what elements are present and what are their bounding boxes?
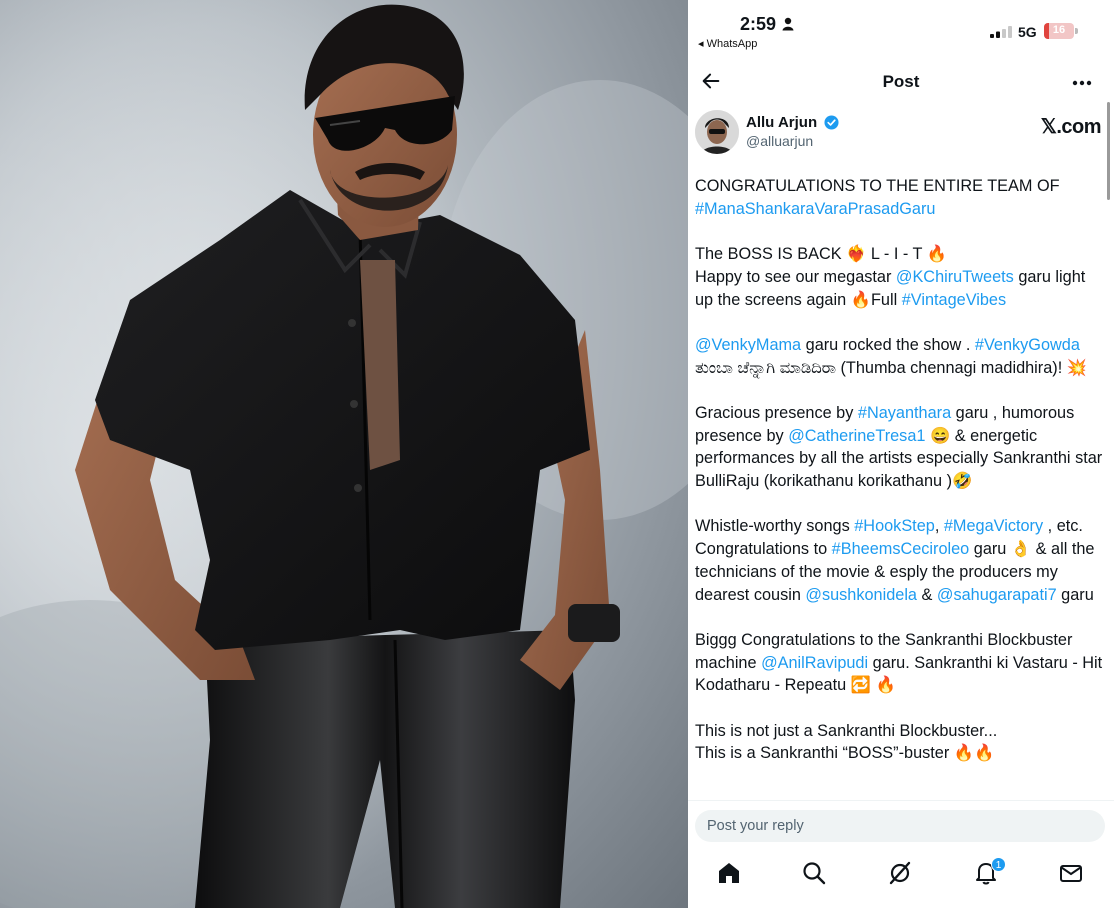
avatar-image bbox=[695, 110, 739, 154]
author-name[interactable]: Allu Arjun bbox=[746, 114, 817, 131]
hashtag-link[interactable]: #VenkyGowda bbox=[975, 336, 1080, 354]
post-author: Allu Arjun @alluarjun 𝕏.com bbox=[695, 108, 1107, 158]
mention-link[interactable]: @sushkonidela bbox=[805, 586, 917, 604]
hashtag-link[interactable]: #Nayanthara bbox=[858, 404, 951, 422]
mention-link[interactable]: @KChiruTweets bbox=[896, 268, 1014, 286]
status-bar: 2:59 ◂ WhatsApp 5G 16 bbox=[688, 0, 1114, 56]
mention-link[interactable]: @sahugarapati7 bbox=[937, 586, 1057, 604]
mention-link[interactable]: @VenkyMama bbox=[695, 336, 801, 354]
notification-count-badge: 1 bbox=[991, 857, 1006, 872]
battery-icon: 16 bbox=[1044, 23, 1078, 39]
man-portrait-illustration bbox=[0, 0, 688, 908]
x-com-logo: 𝕏.com bbox=[1040, 116, 1102, 138]
mention-link[interactable]: @AnilRavipudi bbox=[761, 654, 868, 672]
avatar[interactable] bbox=[695, 110, 739, 154]
messages-icon[interactable] bbox=[1058, 860, 1084, 886]
hashtag-link[interactable]: #BheemsCeciroleo bbox=[832, 540, 970, 558]
reply-input[interactable] bbox=[695, 810, 1105, 842]
post-paragraph: Biggg Congratulations to the Sankranthi … bbox=[695, 630, 1103, 695]
reply-bar bbox=[688, 800, 1114, 848]
hashtag-link[interactable]: #HookStep bbox=[854, 517, 935, 535]
verified-badge-icon bbox=[824, 115, 839, 130]
hashtag-link[interactable]: #ManaShankaraVaraPrasadGaru bbox=[695, 200, 935, 218]
battery-level: 16 bbox=[1052, 24, 1066, 36]
person-icon bbox=[782, 17, 794, 31]
signal-icon bbox=[990, 26, 1012, 38]
post-paragraph: @VenkyMama garu rocked the show . #Venky… bbox=[695, 335, 1088, 377]
x-post-screen: 2:59 ◂ WhatsApp 5G 16 Post Allu Arjun @a… bbox=[688, 0, 1114, 908]
post-paragraph: This is not just a Sankranthi Blockbuste… bbox=[695, 721, 998, 763]
page-title: Post bbox=[882, 72, 920, 91]
promo-photo bbox=[0, 0, 688, 908]
back-to-app-link[interactable]: ◂ WhatsApp bbox=[698, 37, 757, 50]
hashtag-link[interactable]: #VintageVibes bbox=[902, 291, 1006, 309]
post-header: Post bbox=[688, 60, 1114, 104]
post-paragraph: The BOSS IS BACK ❤️‍🔥 L - I - T 🔥 Happy … bbox=[695, 245, 1086, 309]
mention-link[interactable]: @CatherineTresa1 bbox=[788, 427, 925, 445]
post-paragraph: Whistle-worthy songs #HookStep, #MegaVic… bbox=[695, 517, 1095, 604]
search-icon[interactable] bbox=[801, 860, 827, 886]
scrollbar[interactable] bbox=[1107, 102, 1110, 200]
hashtag-link[interactable]: #MegaVictory bbox=[944, 517, 1043, 535]
bottom-tab-bar bbox=[688, 848, 1114, 908]
status-time: 2:59 bbox=[740, 14, 777, 34]
post-text: CONGRATULATIONS TO THE ENTIRE TEAM OF #M… bbox=[695, 175, 1107, 788]
post-paragraph: CONGRATULATIONS TO THE ENTIRE TEAM OF #M… bbox=[695, 177, 1060, 218]
more-options-icon[interactable] bbox=[1072, 80, 1092, 86]
post-paragraph: Gracious presence by #Nayanthara garu , … bbox=[695, 403, 1103, 491]
author-handle[interactable]: @alluarjun bbox=[746, 133, 813, 149]
grok-icon[interactable] bbox=[887, 860, 913, 886]
home-icon[interactable] bbox=[716, 860, 742, 886]
network-type: 5G bbox=[1018, 24, 1037, 40]
